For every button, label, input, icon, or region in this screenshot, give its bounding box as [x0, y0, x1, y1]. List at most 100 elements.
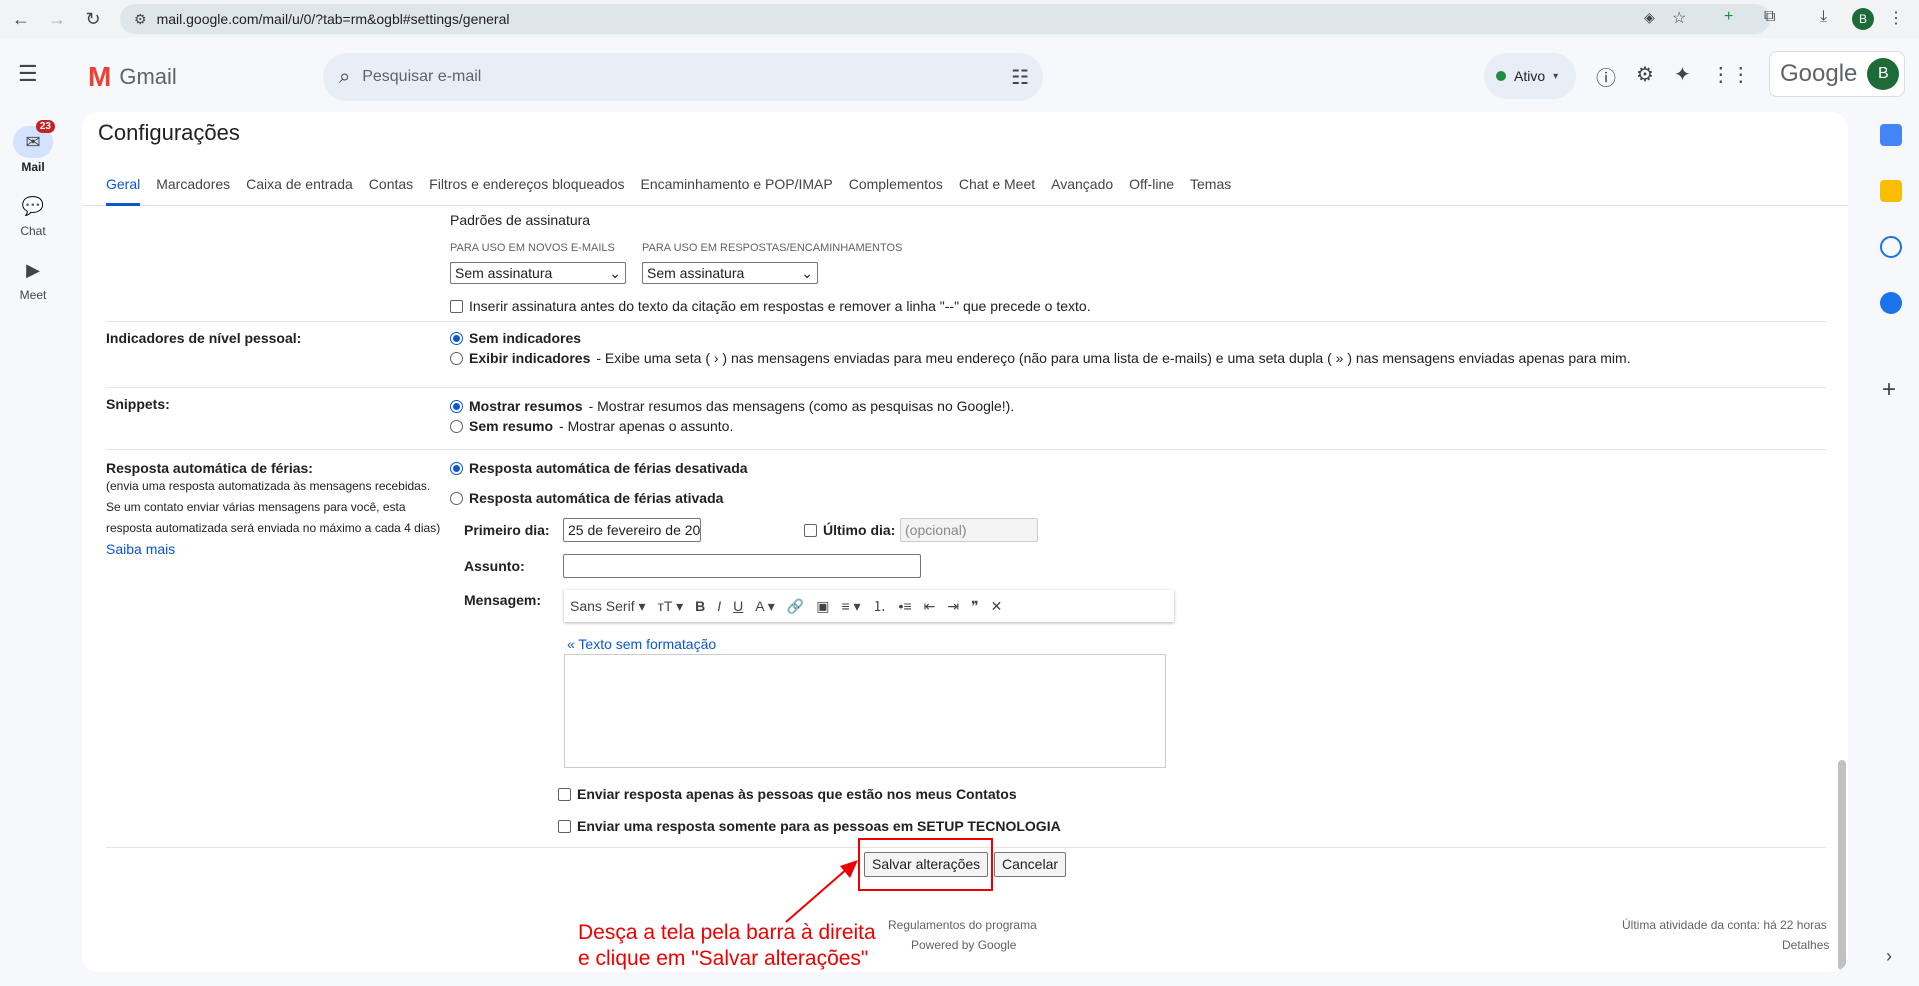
indicators-label: Indicadores de nível pessoal: — [106, 330, 302, 346]
rail-meet[interactable]: ▶ Meet — [0, 254, 66, 303]
org-only-checkbox[interactable] — [558, 819, 571, 833]
vacation-off-radio[interactable] — [450, 461, 463, 475]
eye-icon[interactable]: ◈ — [1644, 9, 1655, 26]
image-icon[interactable]: ▣ — [816, 598, 829, 615]
details-link[interactable]: Detalhes — [1782, 938, 1829, 952]
reload-icon[interactable]: ↻ — [78, 4, 108, 34]
tab-temas[interactable]: Temas — [1190, 160, 1231, 206]
show-indicators-radio[interactable] — [450, 351, 463, 365]
remove-formatting-icon[interactable]: ✕ — [991, 598, 1003, 615]
vacation-desc-2: Se um contato enviar várias mensagens pa… — [106, 500, 406, 514]
show-indicators-desc: - Exibe uma seta ( › ) nas mensagens env… — [596, 350, 1631, 366]
align-icon[interactable]: ≡ ▾ — [841, 598, 860, 615]
video-camera-icon: ▶ — [26, 259, 40, 280]
vacation-on-radio[interactable] — [450, 491, 463, 505]
gear-icon[interactable]: ⚙ — [1636, 62, 1654, 91]
learn-more-link[interactable]: Saiba mais — [106, 541, 446, 557]
status-dot — [1496, 71, 1506, 81]
tab-caixa-de-entrada[interactable]: Caixa de entrada — [246, 160, 353, 206]
insert-signature-label: Inserir assinatura antes do texto da cit… — [469, 298, 1091, 314]
bold-icon[interactable]: B — [695, 598, 705, 614]
contacts-icon[interactable] — [1880, 292, 1902, 314]
forward-arrow-icon[interactable]: → — [42, 4, 72, 34]
no-indicators-radio[interactable] — [450, 331, 463, 345]
tab-filtros[interactable]: Filtros e endereços bloqueados — [429, 160, 624, 206]
new-email-signature-select[interactable]: Sem assinatura ⌄ — [450, 262, 626, 284]
download-icon[interactable]: ⤓ — [1820, 8, 1827, 26]
help-icon[interactable]: ⓘ — [1596, 62, 1616, 91]
tab-contas[interactable]: Contas — [369, 160, 413, 206]
quote-icon[interactable]: ❞ — [971, 598, 979, 615]
subject-input[interactable] — [563, 554, 921, 578]
tab-chat-e-meet[interactable]: Chat e Meet — [959, 160, 1035, 206]
tab-geral[interactable]: Geral — [106, 160, 141, 206]
last-day-input[interactable]: (opcional) — [900, 518, 1038, 542]
extensions-icon[interactable]: ⧉ — [1764, 8, 1775, 26]
insert-signature-checkbox[interactable] — [450, 299, 463, 313]
rail-mail[interactable]: ✉ 23 Mail — [0, 120, 66, 174]
search-options-icon[interactable]: ☷ — [1011, 65, 1029, 90]
chevron-down-icon: ⌄ — [609, 264, 621, 281]
first-day-input[interactable]: 25 de fevereiro de 20 — [563, 518, 701, 542]
back-arrow-icon[interactable]: ← — [6, 4, 36, 34]
main-menu-icon[interactable]: ☰ — [18, 61, 48, 91]
italic-icon[interactable]: I — [717, 598, 721, 614]
apps-grid-icon[interactable]: ⋮⋮ — [1711, 62, 1751, 91]
underline-icon[interactable]: U — [733, 598, 743, 614]
vacation-desc-3: resposta automatizada será enviada no má… — [106, 521, 441, 535]
contacts-only-checkbox[interactable] — [558, 787, 571, 801]
tasks-icon[interactable] — [1880, 236, 1902, 258]
add-addon-icon[interactable]: + — [1882, 376, 1896, 404]
font-size-icon[interactable]: тT ▾ — [658, 598, 684, 615]
indent-less-icon[interactable]: ⇤ — [924, 598, 936, 615]
tab-off-line[interactable]: Off-line — [1129, 160, 1174, 206]
status-selector[interactable]: Ativo ▾ — [1484, 53, 1576, 99]
vertical-scrollbar[interactable] — [1838, 760, 1846, 970]
signature-heading: Padrões de assinatura — [450, 212, 591, 228]
tab-avancado[interactable]: Avançado — [1051, 160, 1113, 206]
show-snippets-label: Mostrar resumos — [469, 398, 583, 414]
rail-chat[interactable]: 💬 Chat — [0, 190, 66, 239]
search-icon[interactable]: ⌕ — [339, 66, 350, 89]
text-color-icon[interactable]: A ▾ — [755, 598, 774, 615]
browser-profile-avatar[interactable]: B — [1852, 8, 1874, 30]
tab-encaminhamento[interactable]: Encaminhamento e POP/IMAP — [641, 160, 833, 206]
chevron-right-icon[interactable]: › — [1886, 946, 1892, 967]
tab-complementos[interactable]: Complementos — [849, 160, 943, 206]
new-email-label: PARA USO EM NOVOS E-MAILS — [450, 242, 615, 254]
bulleted-list-icon[interactable]: •≡ — [899, 598, 912, 614]
more-menu-icon[interactable]: ⋮ — [1888, 8, 1904, 28]
gmail-logo[interactable]: M Gmail — [88, 61, 177, 93]
search-box[interactable]: ⌕ Pesquisar e-mail ☷ — [323, 53, 1043, 101]
message-editor[interactable] — [564, 654, 1166, 768]
google-account-button[interactable]: Google B — [1769, 51, 1905, 97]
browser-toolbar: ← → ↻ ⚙ mail.google.com/mail/u/0/?tab=rm… — [0, 0, 1919, 38]
rail-chat-label: Chat — [20, 224, 46, 238]
reply-signature-select[interactable]: Sem assinatura ⌄ — [642, 262, 818, 284]
show-snippets-desc: - Mostrar resumos das mensagens (como as… — [588, 398, 1015, 414]
chevron-down-icon: ▾ — [1553, 70, 1559, 82]
show-snippets-radio[interactable] — [450, 399, 463, 413]
font-family-select[interactable]: Sans Serif ▾ — [570, 598, 646, 615]
plain-text-link[interactable]: « Texto sem formatação — [567, 636, 716, 652]
snippets-section: Snippets: Mostrar resumos - Mostrar resu… — [106, 388, 1826, 450]
search-input[interactable]: Pesquisar e-mail — [362, 68, 481, 86]
signature-section: Padrões de assinatura PARA USO EM NOVOS … — [106, 208, 1826, 322]
star-icon[interactable]: ☆ — [1672, 8, 1686, 28]
google-wordmark: Google — [1780, 60, 1858, 87]
numbered-list-icon[interactable]: ⒈ — [873, 596, 887, 616]
no-snippets-radio[interactable] — [450, 419, 463, 433]
link-icon[interactable]: 🔗 — [787, 598, 804, 615]
indent-more-icon[interactable]: ⇥ — [947, 598, 959, 615]
last-day-checkbox[interactable] — [804, 523, 817, 537]
cancel-button[interactable]: Cancelar — [994, 852, 1067, 877]
calendar-icon[interactable] — [1880, 124, 1902, 146]
gmail-header: ☰ M Gmail ⌕ Pesquisar e-mail ☷ Ativo ▾ ⓘ… — [0, 38, 1919, 112]
site-settings-icon[interactable]: ⚙ — [134, 11, 147, 28]
address-bar[interactable]: ⚙ mail.google.com/mail/u/0/?tab=rm&ogbl#… — [120, 4, 1770, 34]
plus-extension-icon[interactable]: + — [1724, 8, 1733, 26]
keep-icon[interactable] — [1880, 180, 1902, 202]
gemini-sparkle-icon[interactable]: ✦ — [1674, 62, 1691, 91]
tab-marcadores[interactable]: Marcadores — [156, 160, 230, 206]
program-policies-link[interactable]: Regulamentos do programa — [888, 918, 1037, 932]
